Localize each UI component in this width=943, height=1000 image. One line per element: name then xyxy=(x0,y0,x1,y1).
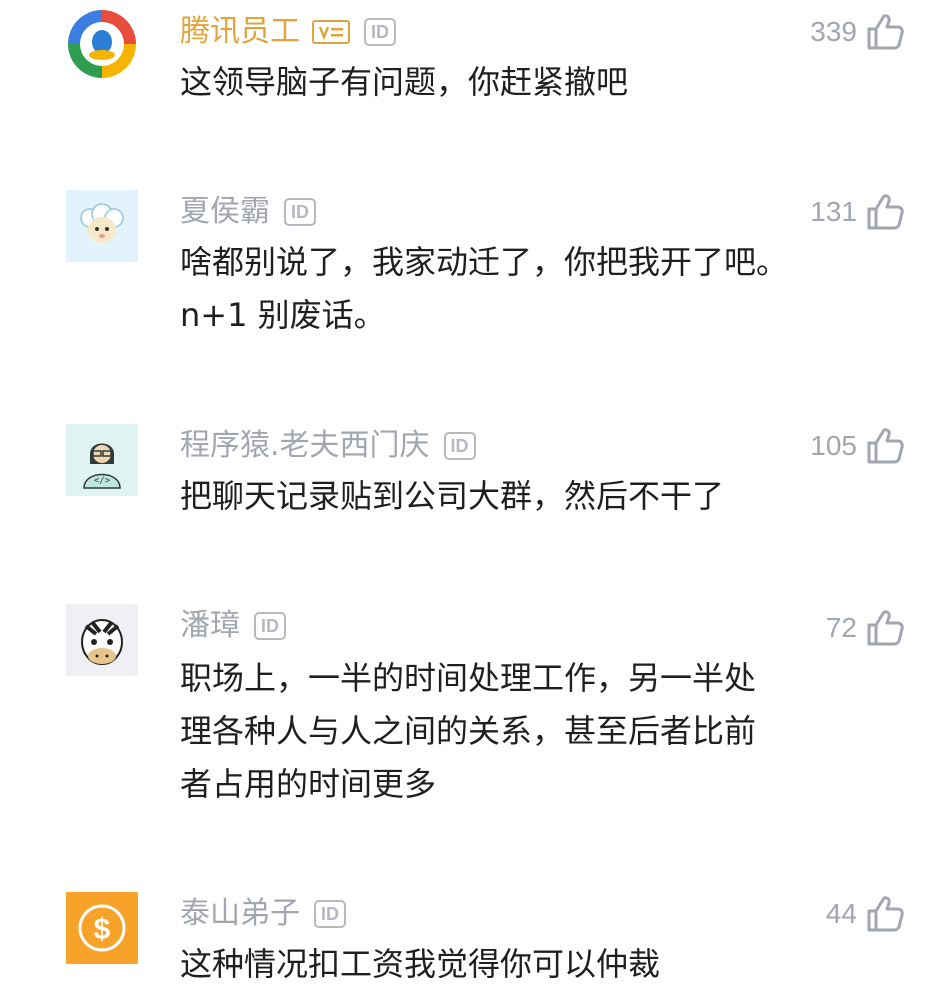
avatar[interactable] xyxy=(66,190,138,262)
thumbs-up-icon xyxy=(867,610,904,646)
svg-text:$: $ xyxy=(94,913,111,946)
username[interactable]: 泰山弟子 xyxy=(180,894,300,934)
tencent-news-logo-icon xyxy=(67,9,137,79)
thumbs-up-icon xyxy=(867,428,904,464)
id-badge: ID xyxy=(443,432,476,460)
comment-header: 泰山弟子 ID xyxy=(180,894,346,934)
like-button[interactable]: 44 xyxy=(826,892,905,936)
username[interactable]: 夏侯霸 xyxy=(180,192,270,232)
id-badge: ID xyxy=(314,900,346,928)
like-button[interactable]: 131 xyxy=(810,190,905,234)
comment-header: 潘璋 ID xyxy=(180,606,286,646)
svg-text:</>: </> xyxy=(94,476,111,486)
avatar[interactable]: </> xyxy=(66,424,138,496)
id-badge: ID xyxy=(364,18,396,46)
like-count: 72 xyxy=(825,612,857,643)
like-count: 105 xyxy=(810,430,857,461)
comment-text: 啥都别说了，我家动迁了，你把我开了吧。n+1 别废话。 xyxy=(180,243,789,334)
like-button[interactable]: 72 xyxy=(826,606,905,650)
programmer-avatar-icon: </> xyxy=(66,424,138,496)
username[interactable]: 潘璋 xyxy=(180,606,240,646)
avatar[interactable] xyxy=(66,604,138,676)
comment-header: 腾讯员工 ID xyxy=(180,12,396,52)
thumbs-up-icon xyxy=(867,194,904,230)
comment-header: 程序猿.老夫西门庆 ID xyxy=(180,426,476,466)
like-button[interactable]: 339 xyxy=(810,10,905,54)
comment-text: 把聊天记录贴到公司大群，然后不干了 xyxy=(180,477,725,515)
sheep-avatar-icon xyxy=(66,190,138,262)
like-button[interactable]: 105 xyxy=(810,424,905,468)
avatar[interactable]: $ xyxy=(66,892,138,964)
comment-header: 夏侯霸 ID xyxy=(180,192,316,232)
v-verified-icon xyxy=(312,20,350,44)
like-count: 131 xyxy=(810,196,857,227)
like-count: 339 xyxy=(810,16,857,47)
username[interactable]: 程序猿.老夫西门庆 xyxy=(180,426,430,466)
like-count: 44 xyxy=(825,898,857,929)
id-badge: ID xyxy=(284,198,316,226)
comment-text: 这领导脑子有问题，你赶紧撤吧 xyxy=(180,63,629,101)
comment-text: 职场上，一半的时间处理工作，另一半处理各种人与人之间的关系，甚至后者比前者占用的… xyxy=(180,659,757,803)
thumbs-up-icon xyxy=(867,896,904,932)
comment-text: 这种情况扣工资我觉得你可以仲裁 xyxy=(180,945,661,983)
username[interactable]: 腾讯员工 xyxy=(180,12,300,52)
zebra-avatar-icon xyxy=(66,604,138,676)
dollar-avatar-icon: $ xyxy=(66,892,138,964)
id-badge: ID xyxy=(254,612,286,640)
avatar[interactable] xyxy=(66,8,138,80)
thumbs-up-icon xyxy=(867,14,904,50)
